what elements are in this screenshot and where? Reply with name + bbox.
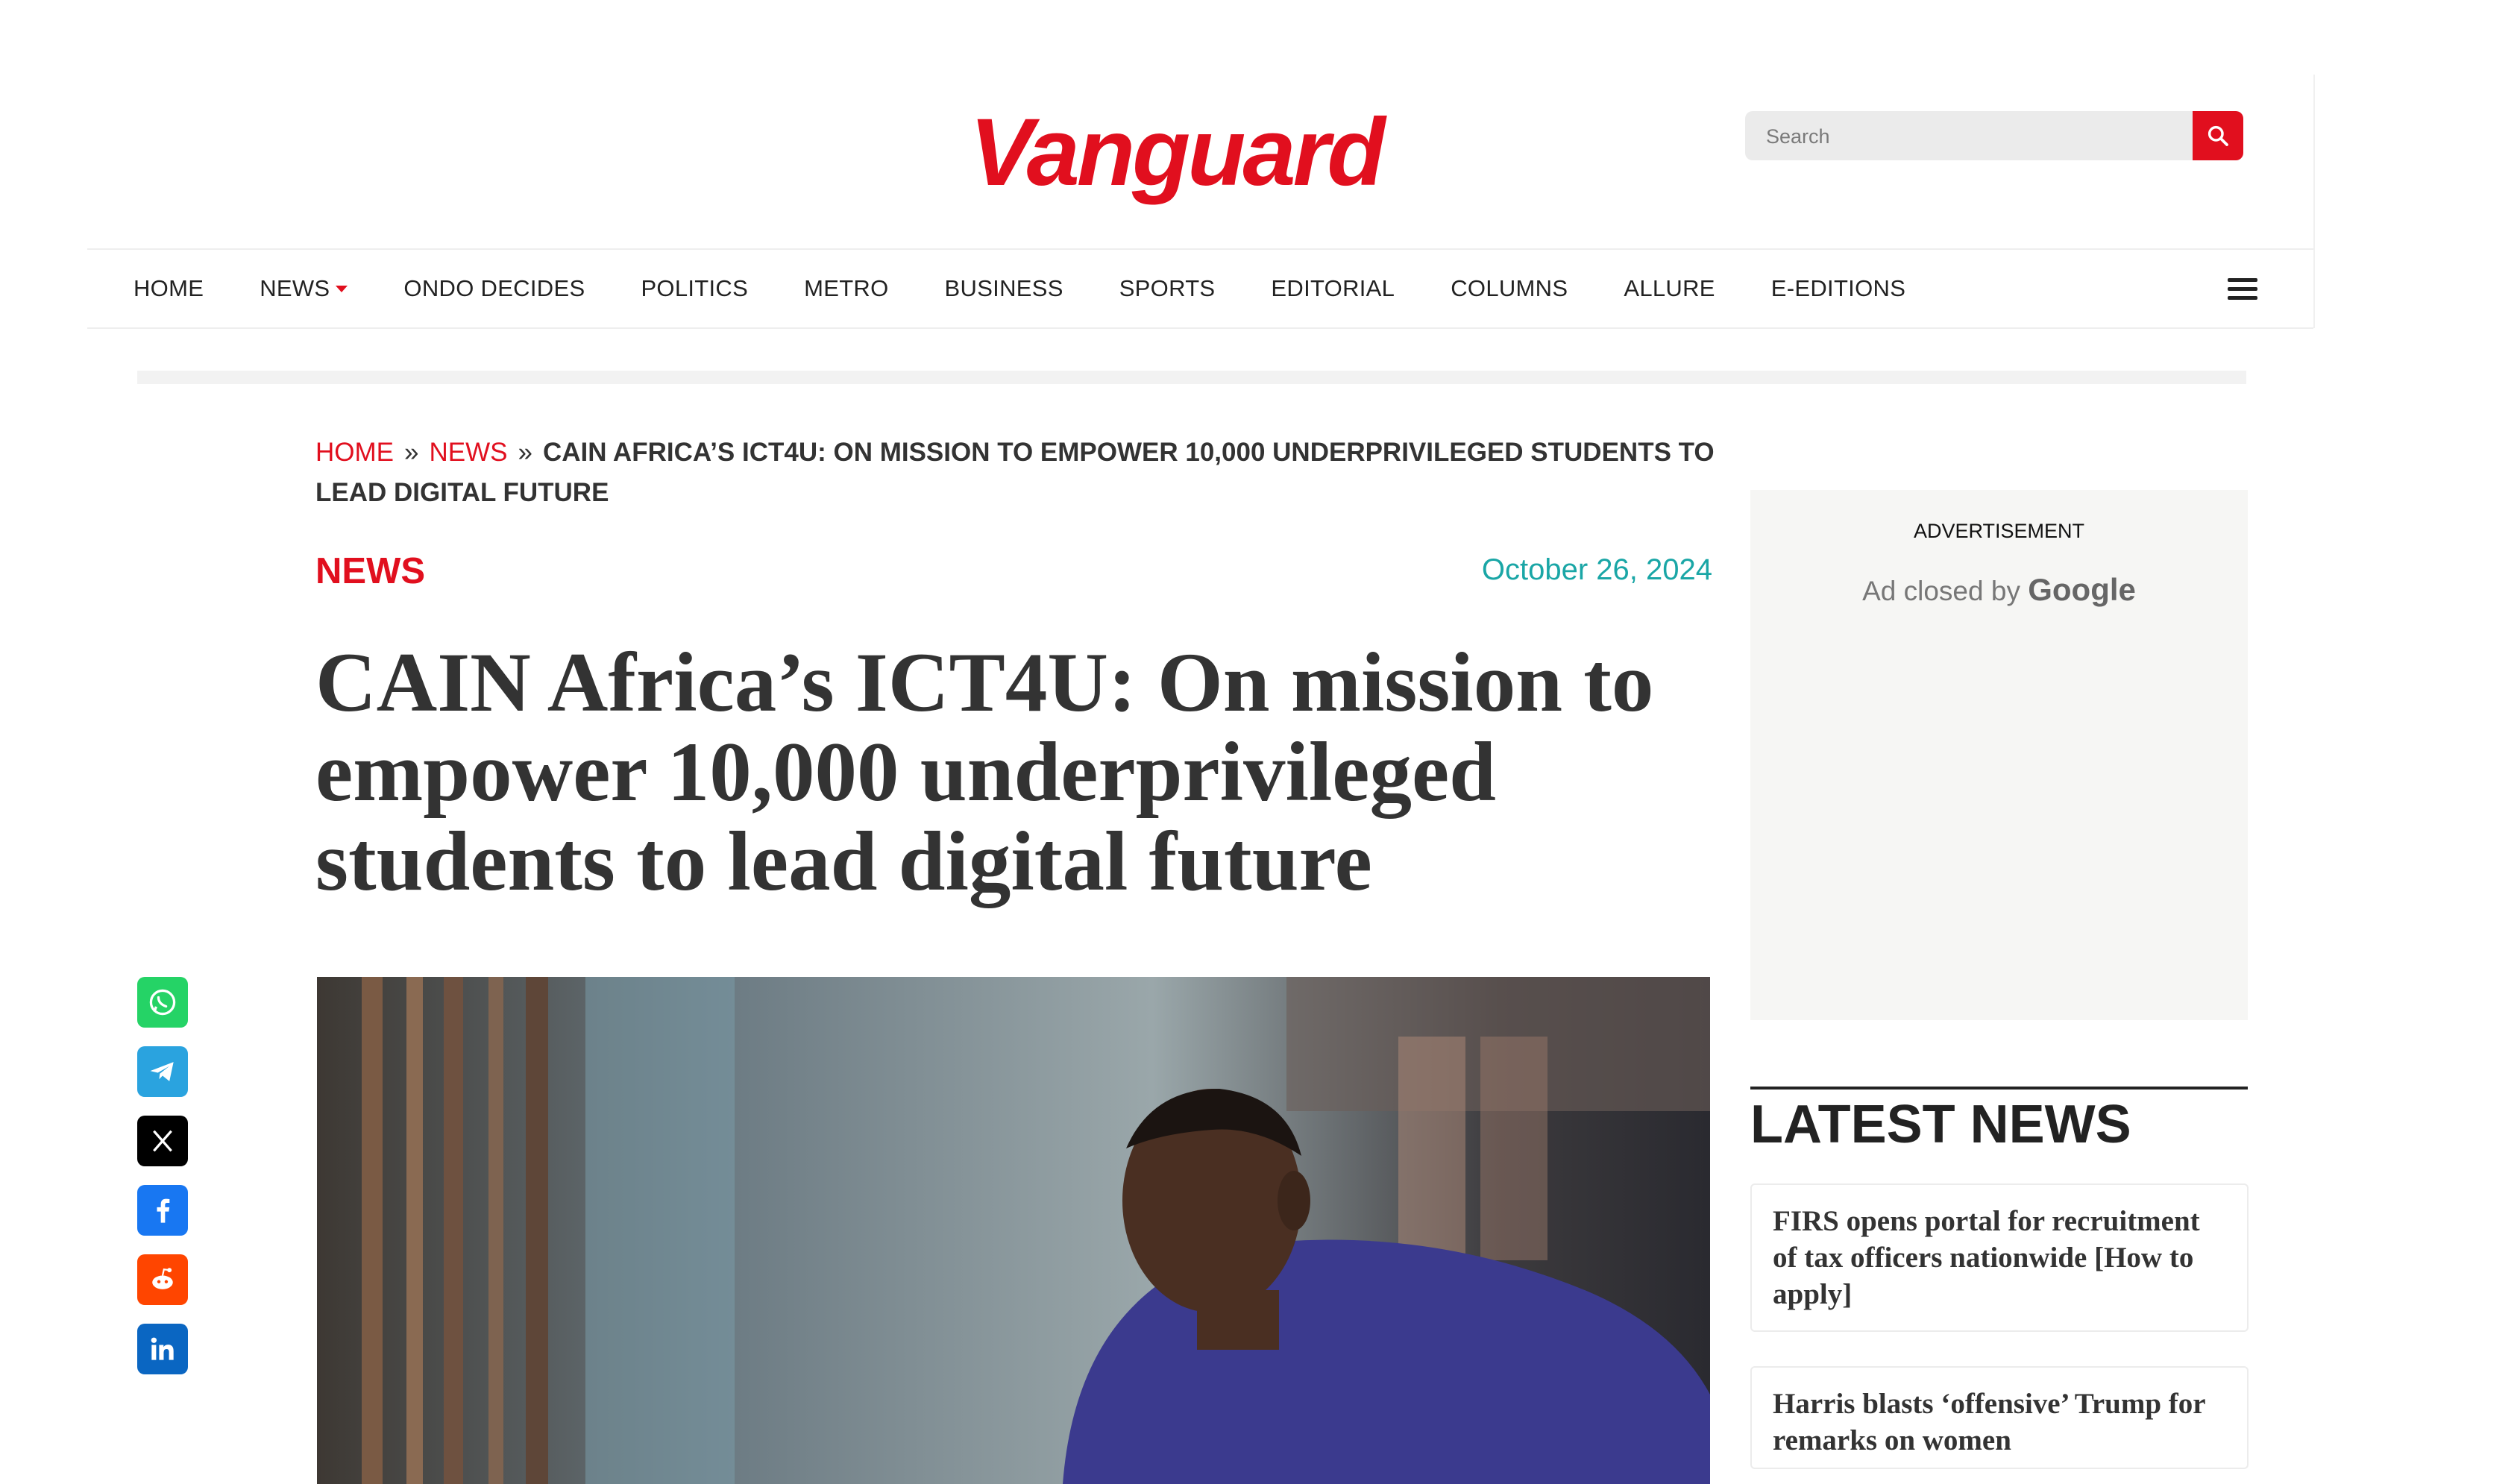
facebook-icon[interactable] — [137, 1185, 188, 1236]
nav-item-home[interactable]: HOME — [133, 275, 204, 302]
advertisement-box: ADVERTISEMENT Ad closed by Google — [1750, 490, 2248, 1020]
telegram-icon[interactable] — [137, 1046, 188, 1097]
breadcrumb-separator: » — [518, 438, 532, 467]
reddit-icon[interactable] — [137, 1254, 188, 1305]
nav-item-news[interactable]: NEWS — [260, 275, 348, 302]
site-logo[interactable]: Vanguard — [970, 101, 1402, 205]
x-icon[interactable] — [137, 1116, 188, 1166]
breadcrumb-separator: » — [404, 438, 419, 467]
search-input[interactable] — [1765, 111, 2185, 162]
chevron-down-icon — [336, 285, 348, 292]
breadcrumb-home[interactable]: HOME — [315, 438, 394, 467]
nav-item-allure[interactable]: ALLURE — [1624, 275, 1715, 302]
breadcrumb-news[interactable]: NEWS — [429, 438, 507, 467]
divider-strip — [137, 371, 2246, 384]
whatsapp-icon[interactable] — [137, 977, 188, 1028]
latest-news-title: FIRS opens portal for recruitment of tax… — [1773, 1205, 2200, 1310]
latest-news-heading: LATEST NEWS — [1750, 1087, 2248, 1155]
breadcrumb: HOME» NEWS» CAIN AFRICA’S ICT4U: ON MISSIO… — [315, 433, 1718, 513]
latest-news-item[interactable]: Harris blasts ‘offensive’ Trump for rema… — [1750, 1366, 2249, 1469]
nav-item-editorial[interactable]: EDITORIAL — [1271, 275, 1395, 302]
nav-item-business[interactable]: BUSINESS — [945, 275, 1063, 302]
nav-item-ondo-decides[interactable]: ONDO DECIDES — [403, 275, 585, 302]
article-title: CAIN Africa’s ICT4U: On mission to empow… — [315, 636, 1654, 908]
google-logo: Google — [2028, 572, 2136, 607]
ad-label: ADVERTISEMENT — [1913, 520, 2085, 542]
nav-item-metro[interactable]: METRO — [804, 275, 888, 302]
article-date: October 26, 2024 — [1481, 553, 1712, 586]
latest-news-title: Harris blasts ‘offensive’ Trump for rema… — [1773, 1388, 2205, 1456]
article-hero-image — [317, 977, 1710, 1484]
menu-icon[interactable] — [2228, 278, 2257, 301]
nav-item-e-editions[interactable]: E-EDITIONS — [1771, 275, 1905, 302]
nav-item-sports[interactable]: SPORTS — [1119, 275, 1216, 302]
nav-item-news-label: NEWS — [260, 275, 330, 301]
ad-closed-notice: Ad closed by Google — [1750, 572, 2248, 608]
latest-news-item[interactable]: FIRS opens portal for recruitment of tax… — [1750, 1183, 2249, 1332]
linkedin-icon[interactable] — [137, 1324, 188, 1374]
search-button[interactable] — [2193, 111, 2243, 160]
social-share-bar — [137, 977, 189, 1393]
ad-closed-text: Ad closed by — [1862, 576, 2020, 606]
nav-item-politics[interactable]: POLITICS — [641, 275, 748, 302]
search-box — [1745, 111, 2243, 162]
search-icon — [2208, 125, 2228, 146]
nav-item-columns[interactable]: COLUMNS — [1451, 275, 1568, 302]
article-category[interactable]: NEWS — [315, 550, 425, 592]
main-nav: HOME NEWS ONDO DECIDES POLITICS METRO BU… — [87, 248, 2313, 329]
